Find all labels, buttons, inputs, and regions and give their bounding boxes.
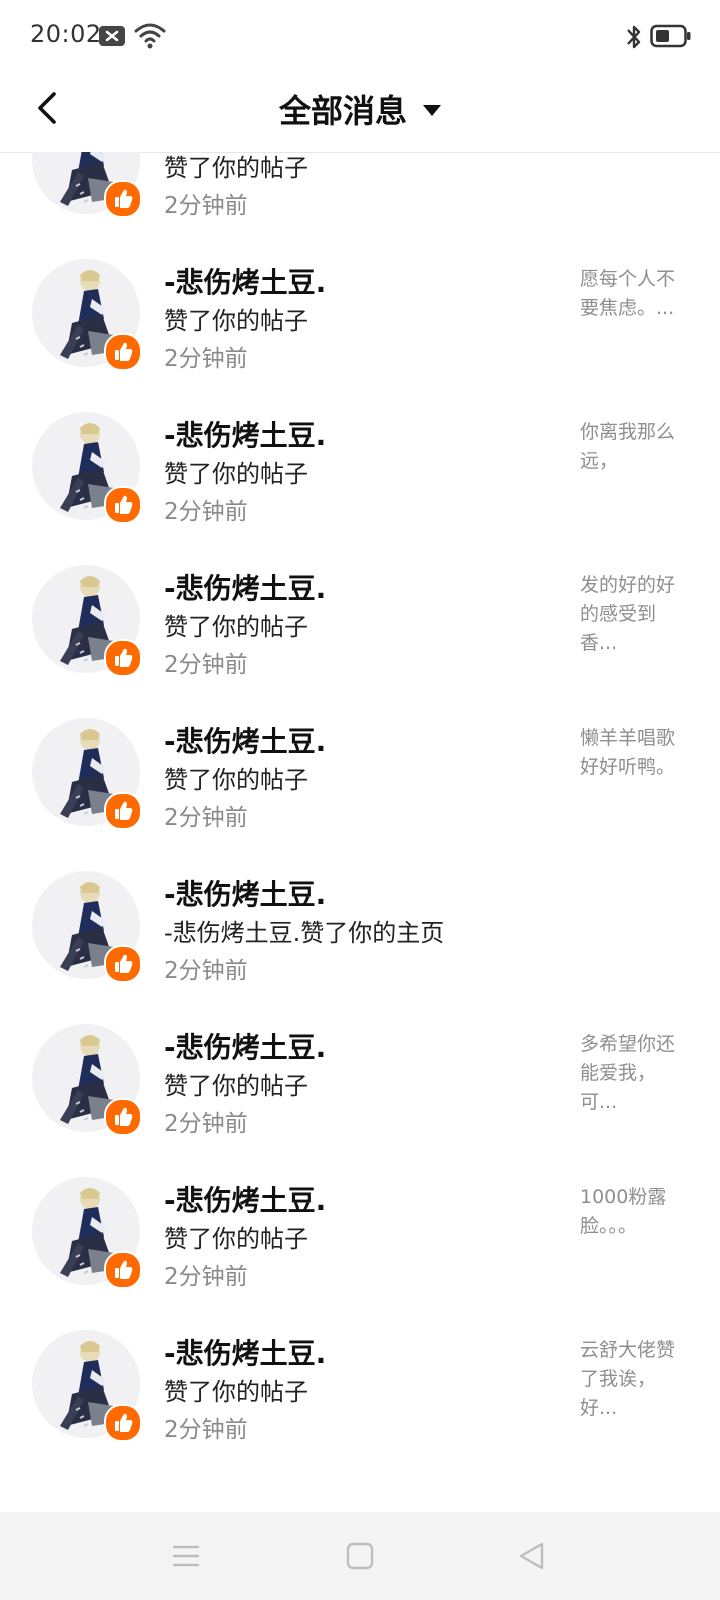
- list-item[interactable]: -悲伤烤土豆. 赞了你的帖子 2分钟前 1000粉露脸。。。: [0, 1177, 720, 1333]
- post-preview[interactable]: 1000粉露脸。。。: [580, 1183, 692, 1241]
- post-preview[interactable]: 多希望你还能爱我，可...: [580, 1030, 692, 1117]
- thumbs-up-icon: [104, 486, 142, 524]
- post-preview[interactable]: 你离我那么远，: [580, 418, 692, 476]
- message-action: 赞了你的帖子: [164, 613, 308, 641]
- sender-name[interactable]: -悲伤烤土豆.: [164, 261, 326, 301]
- list-item[interactable]: -悲伤烤土豆. -悲伤烤土豆.赞了你的主页 2分钟前: [0, 871, 720, 1027]
- thumbs-up-icon: [104, 333, 142, 371]
- sender-name[interactable]: -悲伤烤土豆.: [164, 1332, 326, 1372]
- message-action: 赞了你的帖子: [164, 766, 308, 794]
- list-item[interactable]: -悲伤烤土豆. 赞了你的帖子 2分钟前 多希望你还能爱我，可...: [0, 1024, 720, 1180]
- thumbs-up-icon: [104, 792, 142, 830]
- notification-close-icon: [98, 24, 128, 52]
- message-time: 2分钟前: [164, 346, 248, 372]
- message-time: 2分钟前: [164, 1111, 248, 1137]
- thumbs-up-icon: [104, 1404, 142, 1442]
- system-nav-bar: [0, 1512, 720, 1600]
- message-action: 赞了你的帖子: [164, 1225, 308, 1253]
- sender-name[interactable]: -悲伤烤土豆.: [164, 567, 326, 607]
- message-time: 2分钟前: [164, 652, 248, 678]
- wifi-icon: [134, 22, 166, 54]
- message-list[interactable]: 赞了你的帖子 2分钟前 -悲伤烤土豆. 赞了你的帖子 2分钟前 愿每个人不要焦虑…: [0, 152, 720, 1512]
- back-triangle-icon[interactable]: [516, 1540, 548, 1576]
- caret-down-icon: [423, 104, 441, 116]
- message-action: 赞了你的帖子: [164, 307, 308, 335]
- message-filter-dropdown[interactable]: 全部消息: [0, 86, 720, 132]
- message-action: 赞了你的帖子: [164, 460, 308, 488]
- post-preview[interactable]: 愿每个人不要焦虑。...: [580, 265, 692, 323]
- list-item[interactable]: -悲伤烤土豆. 赞了你的帖子 2分钟前 你离我那么远，: [0, 412, 720, 568]
- message-time: 2分钟前: [164, 499, 248, 525]
- post-preview[interactable]: 发的好的好的感受到香...: [580, 571, 692, 658]
- message-time: 2分钟前: [164, 1264, 248, 1290]
- sender-name[interactable]: -悲伤烤土豆.: [164, 720, 326, 760]
- list-item[interactable]: -悲伤烤土豆. 赞了你的帖子 2分钟前 发的好的好的感受到香...: [0, 565, 720, 721]
- thumbs-up-icon: [104, 639, 142, 677]
- sender-name[interactable]: -悲伤烤土豆.: [164, 1026, 326, 1066]
- bluetooth-icon: [624, 22, 644, 56]
- header-bar: 全部消息: [0, 72, 720, 153]
- message-time: 2分钟前: [164, 958, 248, 984]
- list-item[interactable]: 赞了你的帖子 2分钟前: [0, 152, 720, 262]
- message-action: 赞了你的帖子: [164, 1378, 308, 1406]
- thumbs-up-icon: [104, 1098, 142, 1136]
- thumbs-up-icon: [104, 1251, 142, 1289]
- sender-name[interactable]: -悲伤烤土豆.: [164, 1179, 326, 1219]
- message-time: 2分钟前: [164, 193, 248, 219]
- status-time: 20:02: [30, 20, 102, 48]
- thumbs-up-icon: [104, 945, 142, 983]
- list-item[interactable]: -悲伤烤土豆. 赞了你的帖子 2分钟前 愿每个人不要焦虑。...: [0, 259, 720, 415]
- thumbs-up-icon: [104, 180, 142, 218]
- list-item[interactable]: -悲伤烤土豆. 赞了你的帖子 2分钟前 云舒大佬赞了我诶，好...: [0, 1330, 720, 1486]
- battery-icon: [650, 24, 692, 52]
- message-action: 赞了你的帖子: [164, 154, 308, 182]
- menu-icon[interactable]: [170, 1540, 202, 1576]
- message-time: 2分钟前: [164, 805, 248, 831]
- post-preview[interactable]: 云舒大佬赞了我诶，好...: [580, 1336, 692, 1423]
- post-preview[interactable]: 懒羊羊唱歌好好听鸭。: [580, 724, 692, 782]
- message-time: 2分钟前: [164, 1417, 248, 1443]
- page-title: 全部消息: [278, 92, 407, 130]
- message-action: 赞了你的帖子: [164, 1072, 308, 1100]
- message-action: -悲伤烤土豆.赞了你的主页: [164, 919, 445, 947]
- status-bar: 20:02: [0, 0, 720, 72]
- home-square-icon[interactable]: [344, 1540, 376, 1576]
- sender-name[interactable]: -悲伤烤土豆.: [164, 873, 326, 913]
- list-item[interactable]: -悲伤烤土豆. 赞了你的帖子 2分钟前 懒羊羊唱歌好好听鸭。: [0, 718, 720, 874]
- sender-name[interactable]: -悲伤烤土豆.: [164, 414, 326, 454]
